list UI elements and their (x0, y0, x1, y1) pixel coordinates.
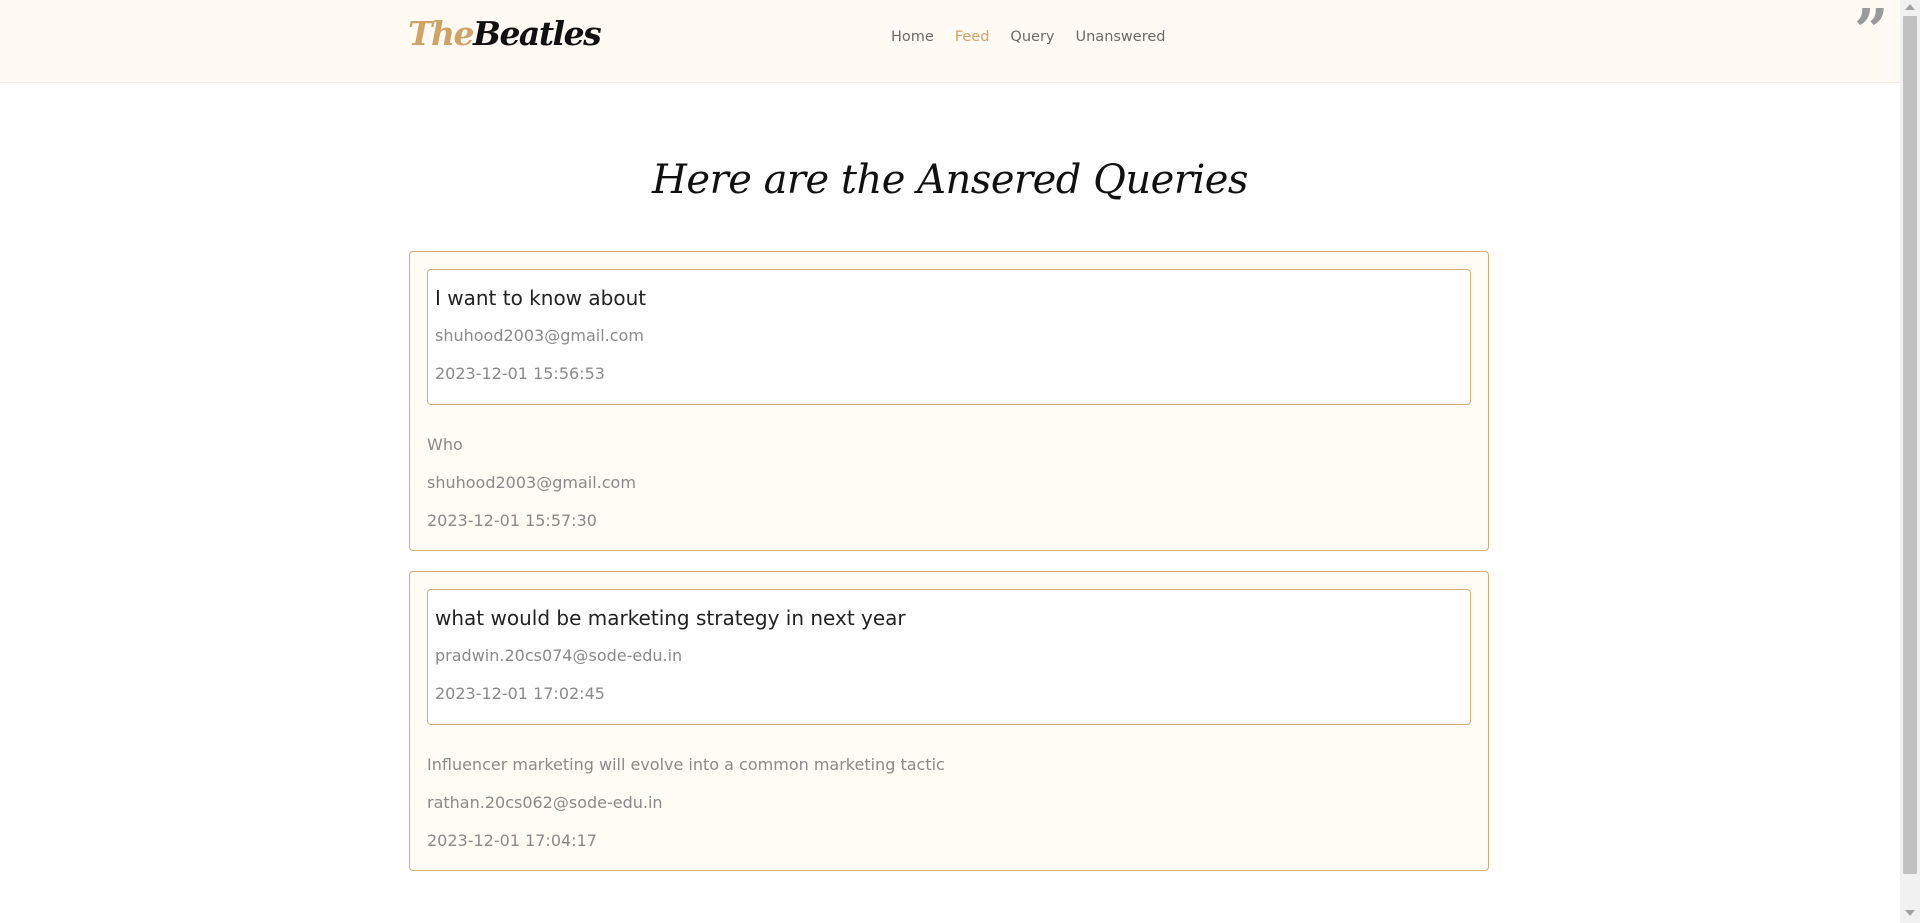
logo-beatles: Beatles (473, 14, 602, 53)
question-timestamp: 2023-12-01 15:56:53 (435, 364, 605, 383)
scroll-up-arrow-icon[interactable] (1905, 4, 1915, 10)
question-timestamp: 2023-12-01 17:02:45 (435, 684, 605, 703)
scrollbar-thumb[interactable] (1903, 16, 1917, 874)
answer-text: Who (427, 435, 463, 454)
question-text: I want to know about (435, 286, 647, 310)
nav-home[interactable]: Home (891, 29, 934, 45)
question-email: pradwin.20cs074@sode-edu.in (435, 646, 683, 665)
question-text: what would be marketing strategy in next… (435, 606, 906, 630)
logo-the: The (408, 14, 475, 53)
question-box: what would be marketing strategy in next… (427, 589, 1471, 725)
query-card: what would be marketing strategy in next… (409, 571, 1489, 871)
quote-icon[interactable]: ” (1854, 2, 1889, 62)
nav-unanswered[interactable]: Unanswered (1076, 29, 1166, 45)
vertical-scrollbar[interactable] (1900, 0, 1920, 923)
nav-feed[interactable]: Feed (955, 29, 990, 45)
answer-email: rathan.20cs062@sode-edu.in (427, 793, 663, 812)
scroll-down-arrow-icon[interactable] (1905, 910, 1915, 916)
answer-email: shuhood2003@gmail.com (427, 473, 636, 492)
page-title: Here are the Ansered Queries (652, 157, 1248, 203)
page: TheBeatles Home Feed Query Unanswered ” … (0, 0, 1900, 923)
main-nav: Home Feed Query Unanswered (891, 29, 1165, 45)
answer-text: Influencer marketing will evolve into a … (427, 755, 945, 774)
question-email: shuhood2003@gmail.com (435, 326, 644, 345)
query-card: I want to know about shuhood2003@gmail.c… (409, 251, 1489, 551)
answer-timestamp: 2023-12-01 15:57:30 (427, 511, 597, 530)
answer-timestamp: 2023-12-01 17:04:17 (427, 831, 597, 850)
site-logo[interactable]: TheBeatles (408, 14, 602, 53)
site-header: TheBeatles Home Feed Query Unanswered ” (0, 0, 1900, 83)
question-box: I want to know about shuhood2003@gmail.c… (427, 269, 1471, 405)
nav-query[interactable]: Query (1010, 29, 1054, 45)
